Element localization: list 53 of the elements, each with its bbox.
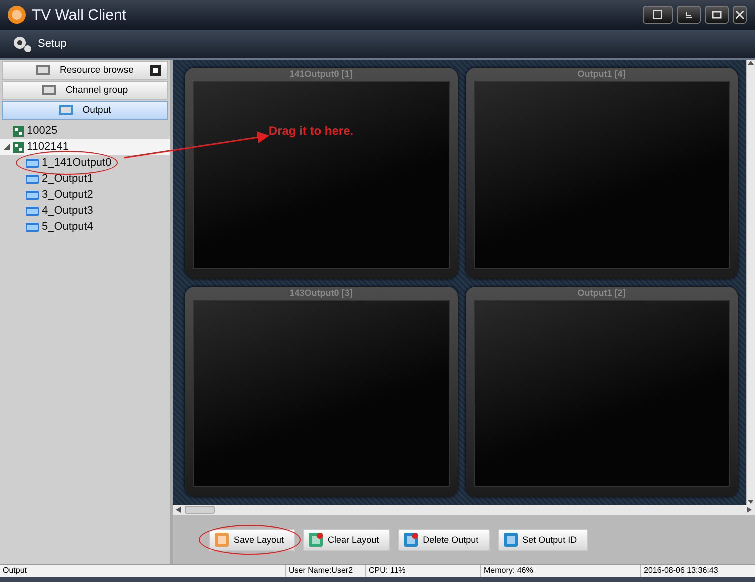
display-icon (26, 174, 39, 184)
horizontal-scrollbar[interactable] (173, 505, 755, 515)
scrollbar-thumb[interactable] (185, 506, 215, 514)
sidebar-tab[interactable]: Output (2, 101, 168, 120)
monitor-title: Output1 [2] (578, 286, 626, 300)
maximize-button[interactable] (705, 6, 729, 24)
app-logo-icon (8, 6, 26, 24)
scroll-right-icon[interactable] (747, 507, 752, 513)
minimize-icon (684, 10, 694, 20)
monitor-icon (58, 104, 73, 116)
display-icon (26, 206, 39, 216)
server-icon (13, 126, 24, 136)
sidebar-tab[interactable]: Channel group (2, 81, 168, 100)
layout-icon (653, 10, 663, 20)
tree-item[interactable]: 2_Output1 (42, 173, 94, 185)
tree-item[interactable]: 10025 (27, 125, 58, 137)
maximize-icon (712, 10, 722, 20)
window-title: TV Wall Client (32, 6, 126, 24)
layout-icon (309, 533, 324, 547)
action-button[interactable]: Delete Output (398, 529, 490, 551)
tree-item[interactable]: 5_Output4 (42, 221, 94, 233)
display-icon (26, 190, 39, 200)
server-icon (13, 142, 24, 152)
drag-hint: Drag it to here. (268, 124, 354, 138)
gears-icon (12, 35, 32, 53)
display-icon (26, 222, 39, 232)
list-icon (42, 84, 56, 96)
layout-button[interactable] (643, 6, 673, 24)
sidebar-tab[interactable]: Resource browse (2, 61, 168, 80)
layout-icon (215, 533, 229, 547)
action-button[interactable]: Save Layout (209, 529, 296, 551)
tree-item[interactable]: 1102141 (27, 141, 70, 153)
monitor-title: 141Output0 [1] (290, 68, 353, 81)
monitor-title: Output1 [4] (578, 68, 626, 81)
close-icon (736, 11, 744, 19)
monitor-frame[interactable]: 141Output0 [1] Drag it to here. (185, 68, 458, 278)
tree-item[interactable]: 1_141Output0 (42, 157, 112, 169)
film-icon (150, 65, 161, 76)
list-icon (36, 64, 50, 76)
action-button[interactable]: Clear Layout (303, 529, 390, 551)
monitor-title: 143Output0 [3] (290, 286, 353, 300)
tree-item[interactable]: 4_Output3 (42, 205, 94, 217)
tree-item[interactable]: 3_Output2 (42, 189, 94, 201)
scroll-left-icon[interactable] (176, 507, 181, 513)
minimize-button[interactable] (677, 6, 701, 24)
close-button[interactable] (733, 6, 747, 24)
expanded-icon[interactable] (4, 144, 10, 150)
status-text: Output (2, 565, 28, 577)
layout-icon (404, 533, 418, 547)
setup-button[interactable]: Setup (12, 35, 67, 53)
display-icon (26, 158, 39, 168)
action-button[interactable]: Set Output ID (498, 529, 588, 551)
vertical-scrollbar[interactable] (746, 60, 755, 505)
